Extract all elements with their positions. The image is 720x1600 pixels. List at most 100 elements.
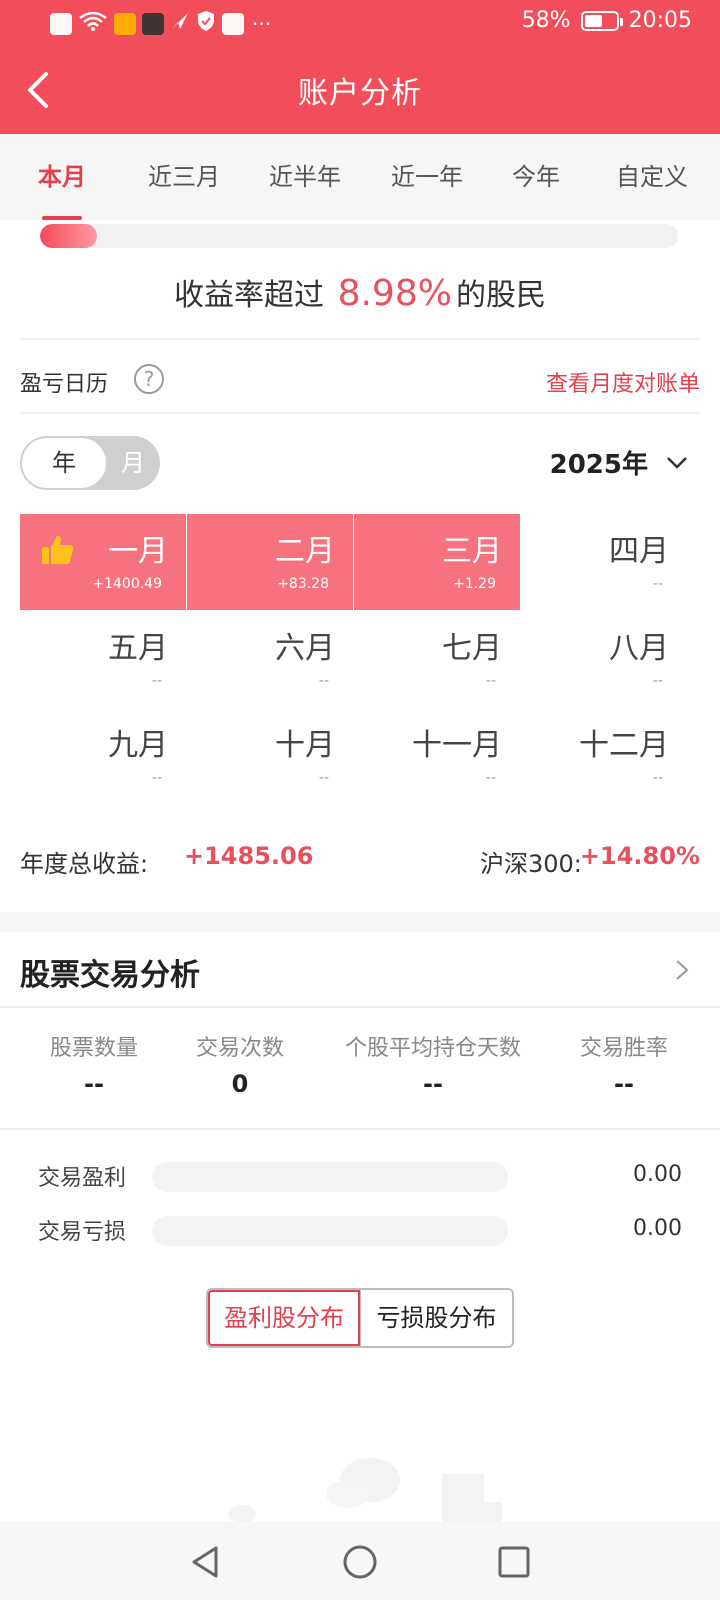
help-icon[interactable]: ? [134, 364, 164, 394]
system-nav-bar [0, 1522, 720, 1600]
year-month-toggle: 年 月 [20, 436, 160, 490]
calendar-title: 盈亏日历 [20, 372, 109, 397]
shield-icon [196, 10, 216, 38]
app-header-background: ··· 58% 20:05 账户分析 [0, 0, 720, 134]
month-cell[interactable]: 四月 -- [521, 514, 687, 610]
more-icon: ··· [252, 12, 272, 36]
square-recents-icon [498, 1546, 530, 1578]
month-name: 七月 [442, 631, 502, 666]
divider [0, 1128, 720, 1130]
app-icon [114, 13, 136, 35]
year-selector[interactable]: 2025年 [550, 444, 688, 481]
trade-loss-bar [152, 1216, 508, 1246]
month-value: -- [485, 673, 496, 689]
month-cell[interactable]: 七月 -- [354, 611, 520, 707]
month-cell[interactable]: 八月 -- [521, 611, 687, 707]
index-value: +14.80% [579, 842, 700, 870]
trade-loss-row: 交易亏损 0.00 [38, 1214, 682, 1248]
trade-profit-value: 0.00 [633, 1162, 682, 1187]
empty-state-illustration [228, 1458, 502, 1530]
beat-suffix: 的股民 [455, 278, 546, 313]
month-name: 十一月 [412, 728, 502, 763]
triangle-back-icon [192, 1546, 218, 1578]
status-icons: ··· [50, 10, 271, 38]
divider [0, 1006, 720, 1008]
trade-stats: 股票数量 -- 交易次数 0 个股平均持仓天数 -- 交易胜率 -- [0, 1030, 720, 1110]
calendar-header: 盈亏日历 ? 查看月度对账单 [20, 358, 700, 408]
month-name: 十月 [275, 728, 335, 763]
tab-half-year[interactable]: 近半年 [244, 134, 366, 220]
thumbs-up-icon [42, 535, 74, 564]
month-name: 八月 [609, 631, 669, 666]
beat-progress-bar [40, 224, 678, 248]
battery-level [584, 14, 602, 27]
beat-text: 收益率超过 8.98% 的股民 [0, 270, 720, 314]
month-cell[interactable]: 六月 -- [187, 611, 353, 707]
month-value: -- [652, 673, 663, 689]
tab-three-months[interactable]: 近三月 [124, 134, 244, 220]
annual-summary: 年度总收益: +1485.06 沪深300: +14.80% [20, 838, 700, 878]
book-icon [222, 13, 244, 35]
tab-one-year[interactable]: 近一年 [366, 134, 488, 220]
profit-distribution-button[interactable]: 盈利股分布 [208, 1290, 360, 1346]
month-name: 四月 [609, 534, 669, 569]
monthly-bill-link[interactable]: 查看月度对账单 [546, 366, 700, 398]
nav-recents-button[interactable] [494, 1542, 534, 1582]
stat-label: 股票数量 [49, 1036, 138, 1061]
stat-label: 个股平均持仓天数 [344, 1036, 521, 1061]
tab-custom[interactable]: 自定义 [584, 134, 720, 220]
month-name: 二月 [275, 534, 335, 569]
divider [20, 412, 700, 414]
annual-total-value: +1485.06 [184, 842, 314, 870]
loss-distribution-button[interactable]: 亏损股分布 [360, 1290, 512, 1346]
month-cell[interactable]: 九月 -- [20, 708, 186, 804]
month-cell[interactable]: 三月 +1.29 [354, 514, 520, 610]
nav-back-button[interactable] [186, 1542, 226, 1582]
stat-label: 交易胜率 [579, 1036, 668, 1061]
stat-value: -- [84, 1070, 104, 1098]
stock-analysis-header[interactable]: 股票交易分析 [0, 932, 720, 1008]
month-cell[interactable]: 五月 -- [20, 611, 186, 707]
trade-loss-value: 0.00 [633, 1216, 682, 1241]
month-name: 五月 [108, 631, 168, 666]
status-right: 58% 20:05 [522, 8, 692, 33]
month-cell[interactable]: 一月 +1400.49 [20, 514, 186, 610]
toggle-year[interactable]: 年 [22, 438, 106, 488]
month-cell[interactable]: 十月 -- [187, 708, 353, 804]
month-name: 一月 [108, 534, 168, 569]
trade-profit-row: 交易盈利 0.00 [38, 1160, 682, 1194]
wifi-icon [78, 10, 108, 38]
stat-avg-hold-days: 个股平均持仓天数 -- [338, 1030, 528, 1098]
alert-icon [50, 13, 72, 35]
send-icon [170, 11, 190, 37]
month-name: 三月 [442, 534, 502, 569]
month-cell[interactable]: 十二月 -- [521, 708, 687, 804]
header: 账户分析 [0, 46, 720, 134]
section-gap [0, 912, 720, 932]
stat-value: -- [423, 1070, 443, 1098]
page-title: 账户分析 [298, 76, 422, 111]
month-cell[interactable]: 二月 +83.28 [187, 514, 353, 610]
stat-label: 交易次数 [195, 1036, 284, 1061]
clock: 20:05 [628, 8, 692, 33]
tab-this-month[interactable]: 本月 [0, 134, 124, 220]
tab-this-year[interactable]: 今年 [488, 134, 584, 220]
month-cell[interactable]: 十一月 -- [354, 708, 520, 804]
month-name: 六月 [275, 631, 335, 666]
chevron-down-icon [667, 456, 687, 469]
index-label: 沪深300: [480, 850, 582, 878]
month-name: 十二月 [579, 728, 669, 763]
toggle-month[interactable]: 月 [108, 438, 158, 488]
stat-value: 0 [231, 1070, 249, 1098]
status-bar: ··· 58% 20:05 [0, 0, 720, 46]
nav-home-button[interactable] [340, 1542, 380, 1582]
battery-percent: 58% [521, 8, 571, 33]
trade-loss-label: 交易亏损 [38, 1220, 127, 1245]
app-icon [142, 13, 164, 35]
month-value: -- [318, 673, 329, 689]
stat-trade-count: 交易次数 0 [190, 1030, 290, 1098]
divider [20, 338, 700, 340]
period-tabs: 本月 近三月 近半年 近一年 今年 自定义 [0, 134, 720, 220]
month-value: +83.28 [277, 576, 329, 592]
circle-home-icon [343, 1545, 377, 1579]
